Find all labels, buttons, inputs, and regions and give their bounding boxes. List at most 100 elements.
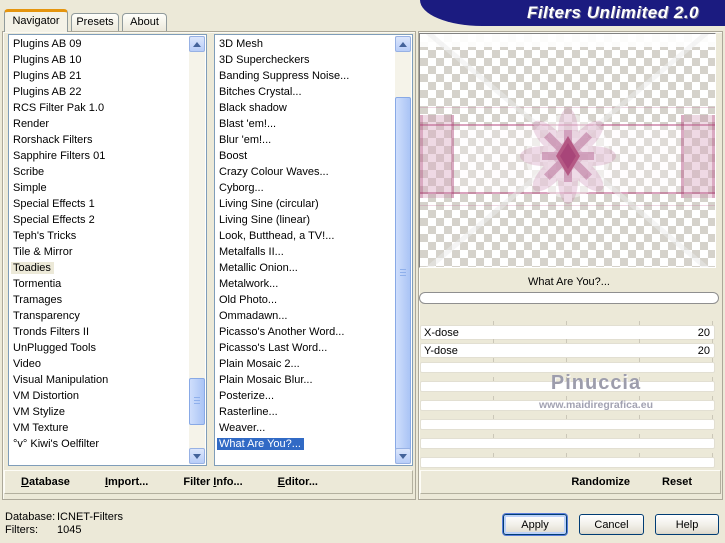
help-button[interactable]: Help bbox=[655, 514, 719, 535]
list-item[interactable]: Metalfalls II... bbox=[215, 244, 412, 260]
list-item[interactable]: Scribe bbox=[9, 164, 206, 180]
list-item[interactable]: Picasso's Last Word... bbox=[215, 340, 412, 356]
list-item[interactable]: What Are You?... bbox=[215, 436, 412, 452]
list-item[interactable]: Banding Suppress Noise... bbox=[215, 68, 412, 84]
scrollbar-thumb[interactable] bbox=[395, 97, 411, 451]
list-item[interactable]: Plugins AB 22 bbox=[9, 84, 206, 100]
list-item[interactable]: Blast 'em!... bbox=[215, 116, 412, 132]
list-item[interactable]: Old Photo... bbox=[215, 292, 412, 308]
list-item[interactable]: Special Effects 2 bbox=[9, 212, 206, 228]
scroll-down-button[interactable] bbox=[189, 448, 205, 464]
y-dose-slider[interactable]: Y-dose 20 bbox=[420, 339, 715, 358]
title-banner: Filters Unlimited 2.0 bbox=[420, 0, 725, 26]
list-item[interactable]: Black shadow bbox=[215, 100, 412, 116]
empty-slider-row bbox=[420, 415, 715, 430]
arrow-up-icon bbox=[399, 41, 407, 47]
status-filters-label: Filters: bbox=[5, 524, 38, 536]
filter-listbox[interactable]: 3D Mesh 3D Supercheckers Banding Suppress … bbox=[214, 34, 413, 466]
category-listbox[interactable]: Plugins AB 09 Plugins AB 10 Plugins AB 21 P… bbox=[8, 34, 207, 466]
filter-scrollbar[interactable] bbox=[395, 36, 411, 464]
list-item[interactable]: Living Sine (circular) bbox=[215, 196, 412, 212]
scrollbar-thumb[interactable] bbox=[189, 378, 205, 425]
list-item[interactable]: Special Effects 1 bbox=[9, 196, 206, 212]
scroll-up-button[interactable] bbox=[395, 36, 411, 52]
status-database-value: ICNET-Filters bbox=[57, 511, 123, 523]
x-dose-value: 20 bbox=[697, 326, 710, 339]
arrow-down-icon bbox=[193, 453, 201, 459]
status-area: Database: ICNET-Filters Filters: 1045 bbox=[5, 511, 123, 537]
database-button[interactable]: Database bbox=[21, 476, 70, 488]
status-database-row: Database: ICNET-Filters bbox=[5, 511, 123, 524]
list-item[interactable]: Plain Mosaic Blur... bbox=[215, 372, 412, 388]
list-item[interactable]: Plugins AB 21 bbox=[9, 68, 206, 84]
list-item[interactable]: RCS Filter Pak 1.0 bbox=[9, 100, 206, 116]
list-item[interactable]: Rorshack Filters bbox=[9, 132, 206, 148]
scroll-down-button[interactable] bbox=[395, 448, 411, 464]
list-item[interactable]: VM Texture bbox=[9, 420, 206, 436]
list-item[interactable]: Picasso's Another Word... bbox=[215, 324, 412, 340]
x-dose-slider[interactable]: X-dose 20 bbox=[420, 321, 715, 340]
list-item[interactable]: Bitches Crystal... bbox=[215, 84, 412, 100]
scroll-up-button[interactable] bbox=[189, 36, 205, 52]
arrow-down-icon bbox=[399, 453, 407, 459]
status-database-label: Database: bbox=[5, 511, 56, 523]
list-item[interactable]: Blur 'em!... bbox=[215, 132, 412, 148]
list-item[interactable]: Tramages bbox=[9, 292, 206, 308]
list-item[interactable]: Tormentia bbox=[9, 276, 206, 292]
status-filters-value: 1045 bbox=[57, 524, 82, 536]
app-title: Filters Unlimited 2.0 bbox=[526, 3, 699, 22]
list-item[interactable]: Look, Butthead, a TV!... bbox=[215, 228, 412, 244]
tab-about[interactable]: About bbox=[122, 13, 167, 31]
list-item[interactable]: Sapphire Filters 01 bbox=[9, 148, 206, 164]
list-item[interactable]: Plain Mosaic 2... bbox=[215, 356, 412, 372]
list-item[interactable]: Metallic Onion... bbox=[215, 260, 412, 276]
tab-presets-label: Presets bbox=[76, 16, 114, 28]
list-item[interactable]: VM Stylize bbox=[9, 404, 206, 420]
list-item[interactable]: Boost bbox=[215, 148, 412, 164]
list-item[interactable]: Tronds Filters II bbox=[9, 324, 206, 340]
tab-navigator-label: Navigator bbox=[12, 15, 60, 27]
list-item[interactable]: Video bbox=[9, 356, 206, 372]
list-item[interactable]: °v° Kiwi's Oelfilter bbox=[9, 436, 206, 452]
editor-button[interactable]: Editor... bbox=[278, 476, 318, 488]
cancel-button[interactable]: Cancel bbox=[579, 514, 644, 535]
randomize-button[interactable]: Randomize bbox=[571, 476, 630, 488]
filter-info-button[interactable]: Filter Info... bbox=[183, 476, 242, 488]
reset-button[interactable]: Reset bbox=[662, 476, 692, 488]
list-item[interactable]: 3D Mesh bbox=[215, 36, 412, 52]
category-scrollbar[interactable] bbox=[189, 36, 205, 464]
list-item[interactable]: Simple bbox=[9, 180, 206, 196]
tab-navigator[interactable]: Navigator bbox=[4, 9, 68, 32]
arrow-up-icon bbox=[193, 41, 201, 47]
list-item[interactable]: Visual Manipulation bbox=[9, 372, 206, 388]
kaleidoscope-flower-graphic bbox=[425, 34, 710, 267]
list-item[interactable]: Weaver... bbox=[215, 420, 412, 436]
list-item[interactable]: Toadies bbox=[9, 260, 206, 276]
list-item[interactable]: Teph's Tricks bbox=[9, 228, 206, 244]
apply-button[interactable]: Apply bbox=[503, 514, 567, 535]
database-toolbar: Database Import... Filter Info... Editor… bbox=[4, 470, 413, 494]
list-item[interactable]: Plugins AB 10 bbox=[9, 52, 206, 68]
y-dose-value: 20 bbox=[697, 344, 710, 357]
list-item[interactable]: Transparency bbox=[9, 308, 206, 324]
y-dose-label: Y-dose bbox=[424, 344, 458, 357]
list-item[interactable]: Posterize... bbox=[215, 388, 412, 404]
list-item[interactable]: 3D Supercheckers bbox=[215, 52, 412, 68]
list-item[interactable]: Render bbox=[9, 116, 206, 132]
list-item[interactable]: Plugins AB 09 bbox=[9, 36, 206, 52]
tab-presets[interactable]: Presets bbox=[71, 13, 119, 31]
list-item[interactable]: Rasterline... bbox=[215, 404, 412, 420]
list-item[interactable]: Crazy Colour Waves... bbox=[215, 164, 412, 180]
list-item[interactable]: Ommadawn... bbox=[215, 308, 412, 324]
list-item[interactable]: Living Sine (linear) bbox=[215, 212, 412, 228]
import-button[interactable]: Import... bbox=[105, 476, 148, 488]
list-item[interactable]: Metalwork... bbox=[215, 276, 412, 292]
randomize-toolbar: Randomize Reset bbox=[420, 470, 721, 494]
filter-preview[interactable] bbox=[419, 33, 716, 268]
list-item[interactable]: UnPlugged Tools bbox=[9, 340, 206, 356]
tab-about-label: About bbox=[130, 16, 159, 28]
list-item[interactable]: Cyborg... bbox=[215, 180, 412, 196]
list-item[interactable]: Tile & Mirror bbox=[9, 244, 206, 260]
list-item[interactable]: VM Distortion bbox=[9, 388, 206, 404]
watermark-url: www.maidiregrafica.eu bbox=[539, 399, 653, 411]
